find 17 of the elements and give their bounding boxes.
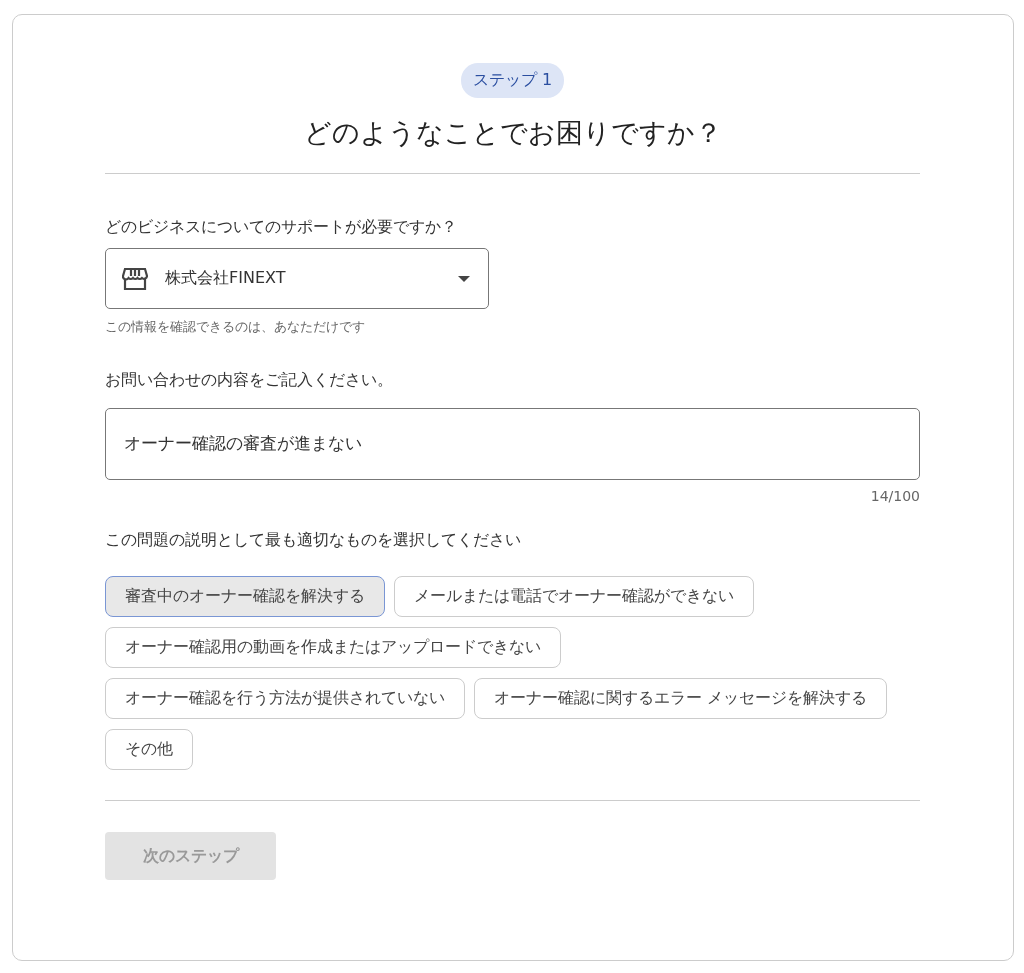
option-chip[interactable]: オーナー確認に関するエラー メッセージを解決する — [474, 678, 888, 719]
option-chip[interactable]: その他 — [105, 729, 193, 770]
character-counter: 14/100 — [870, 488, 920, 504]
caret-icon — [458, 275, 470, 282]
option-chip[interactable]: 審査中のオーナー確認を解決する — [105, 576, 385, 617]
inquiry-input-field[interactable]: オーナー確認の審査が進まない — [105, 408, 920, 480]
step-badge: ステップ 1 — [460, 63, 565, 98]
option-chip[interactable]: オーナー確認を行う方法が提供されていない — [105, 678, 465, 719]
business-dropdown[interactable]: 株式会社FINEXT — [105, 248, 489, 309]
field-label: お問い合わせの内容をご記入ください。 — [105, 370, 394, 391]
option-chip[interactable]: メールまたは電話でオーナー確認ができない — [394, 576, 754, 617]
field-label: どのビジネスについてのサポートが必要ですか？ — [105, 216, 458, 238]
page-title: どのようなことでお困りですか？ — [302, 116, 723, 150]
option-chip[interactable]: オーナー確認用の動画を作成またはアップロードできない — [105, 627, 561, 668]
storefront-icon — [122, 266, 148, 291]
field-label: この問題の説明として最も適切なものを選択してください — [105, 530, 522, 551]
hint-text: この情報を確認できるのは、あなただけです — [105, 318, 366, 336]
